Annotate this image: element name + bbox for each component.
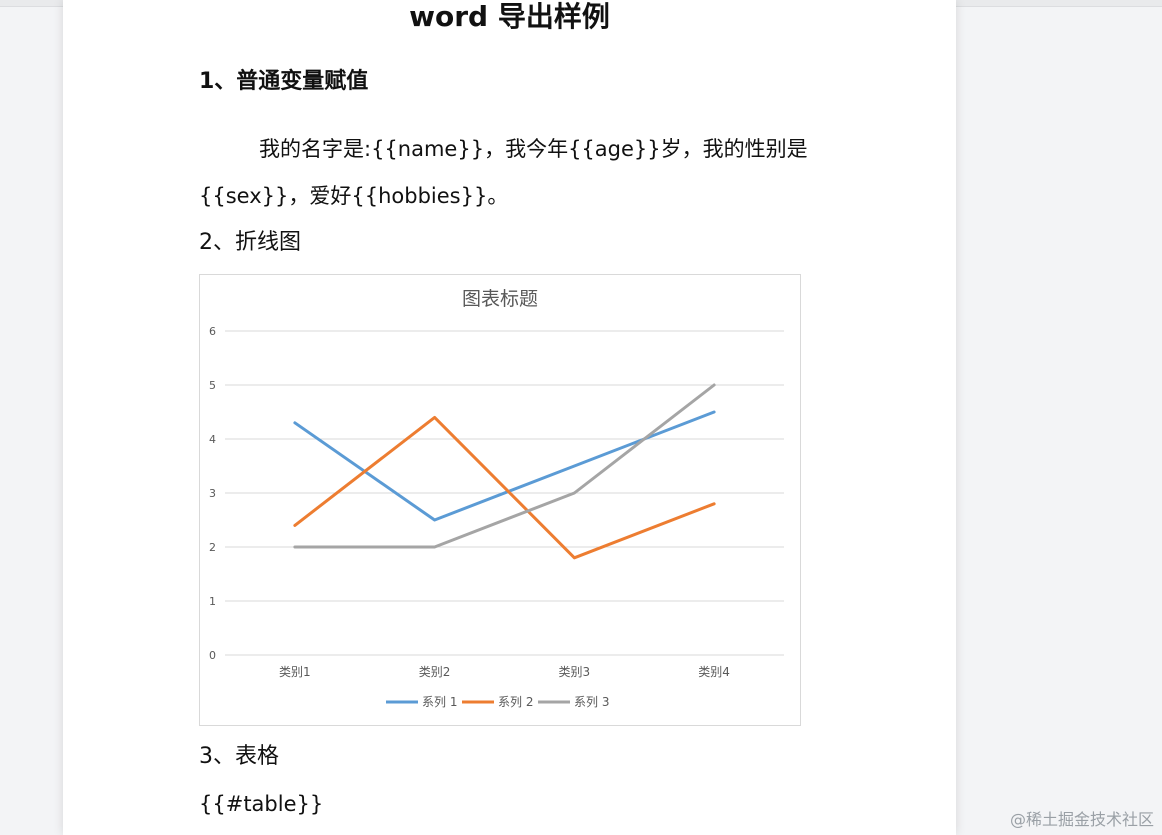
- y-tick-label-6: 6: [209, 325, 216, 338]
- chart-canvas: 图表标题 0 1 2 3 4 5 6 类别1 类别2 类别3 类别4 系列 1 系列 2 系列 3: [209, 288, 784, 709]
- document-page: word 导出样例 1、普通变量赋值 我的名字是:{{name}}，我今年{{a…: [63, 0, 956, 835]
- y-tick-label-5: 5: [209, 379, 216, 392]
- section-1-heading: 1、普通变量赋值: [199, 69, 369, 94]
- paragraph-line-1: 我的名字是:{{name}}，我今年{{age}}岁，我的性别是: [259, 137, 808, 161]
- x-tick-label-4: 类别4: [698, 665, 730, 679]
- chart-title: 图表标题: [462, 288, 538, 310]
- legend-label-series-3: 系列 3: [574, 695, 609, 709]
- watermark-text: @稀土掘金技术社区: [1009, 810, 1154, 829]
- x-tick-label-3: 类别3: [559, 665, 591, 679]
- document-title: word 导出样例: [409, 0, 610, 33]
- x-tick-label-2: 类别2: [419, 665, 451, 679]
- y-tick-label-1: 1: [209, 595, 216, 608]
- section-3-heading: 3、表格: [199, 744, 279, 769]
- y-tick-label-2: 2: [209, 541, 216, 554]
- x-tick-label-1: 类别1: [279, 665, 311, 679]
- paragraph-line-2: {{sex}}，爱好{{hobbies}}。: [199, 184, 509, 208]
- section-2-heading: 2、折线图: [199, 230, 301, 255]
- series-1-line: [293, 410, 716, 522]
- y-tick-label-3: 3: [209, 487, 216, 500]
- line-chart: 图表标题 0 1 2 3 4 5 6 类别1 类别2 类别3 类别4 系列 1 系列 2 系列 3: [199, 274, 801, 726]
- series-2-line: [293, 415, 716, 560]
- legend-label-series-2: 系列 2: [498, 695, 533, 709]
- y-tick-label-0: 0: [209, 649, 216, 662]
- table-placeholder: {{#table}}: [199, 792, 324, 816]
- y-tick-label-4: 4: [209, 433, 216, 446]
- legend-label-series-1: 系列 1: [422, 695, 457, 709]
